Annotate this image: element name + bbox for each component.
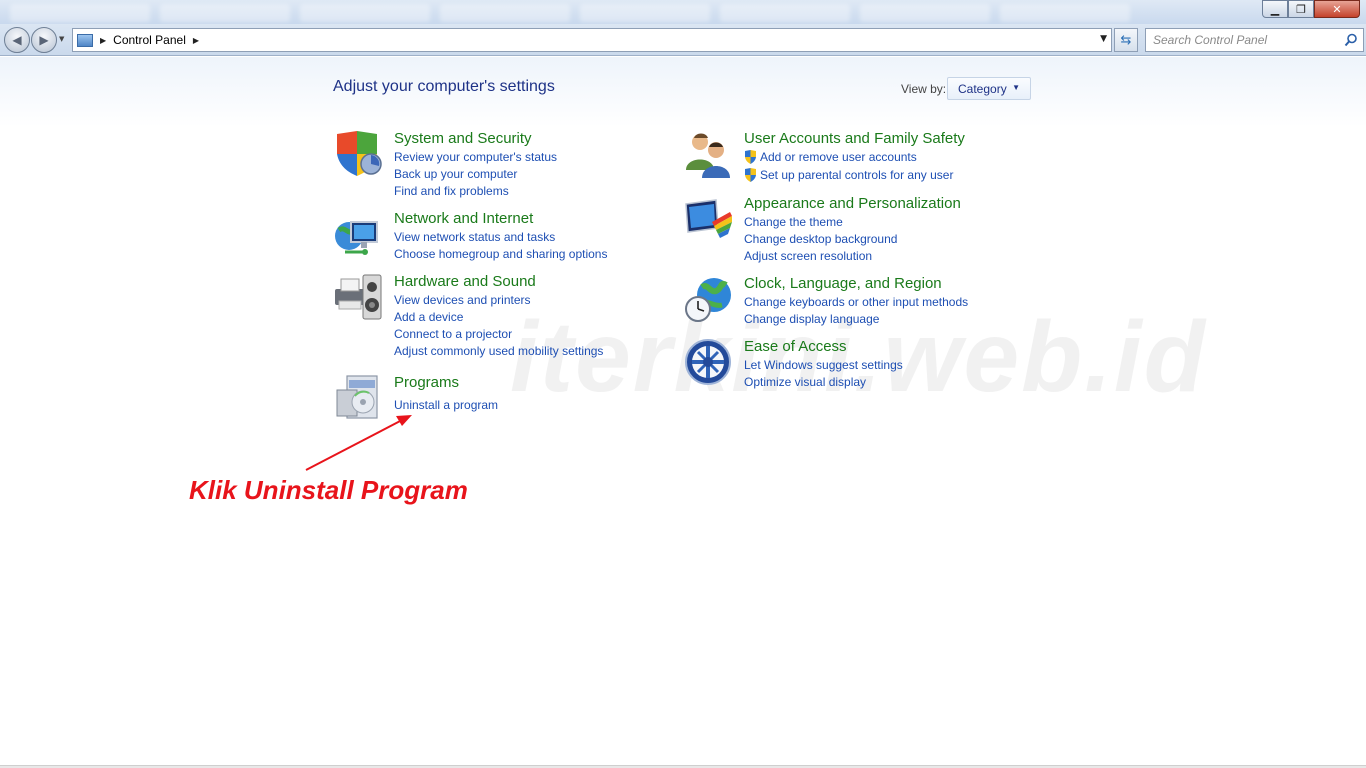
address-bar[interactable]: ▶ Control Panel ▶ ▼ [72, 28, 1112, 52]
link-windows-suggest[interactable]: Let Windows suggest settings [744, 358, 903, 372]
link-screen-resolution[interactable]: Adjust screen resolution [744, 249, 872, 263]
address-dropdown-icon[interactable]: ▼ [1100, 34, 1107, 44]
background-blur [720, 4, 850, 22]
link-add-device[interactable]: Add a device [394, 310, 463, 324]
link-keyboards-input[interactable]: Change keyboards or other input methods [744, 295, 968, 309]
link-add-remove-accounts[interactable]: Add or remove user accounts [760, 150, 917, 164]
category-appearance[interactable]: Appearance and Personalization [744, 195, 961, 212]
recent-pages-dropdown-icon[interactable]: ▼ [59, 35, 64, 43]
printer-speaker-icon[interactable] [333, 273, 383, 323]
window-controls: ▁ ❐ ✕ [1262, 0, 1360, 18]
link-review-status[interactable]: Review your computer's status [394, 150, 557, 164]
category-hardware-sound[interactable]: Hardware and Sound [394, 273, 536, 290]
control-panel-icon [77, 33, 93, 47]
category-ease-of-access[interactable]: Ease of Access [744, 338, 847, 355]
background-blur [440, 4, 570, 22]
back-button[interactable]: ◀ [4, 27, 30, 53]
chevron-down-icon: ▼ [1012, 83, 1020, 92]
breadcrumb-separator-icon[interactable]: ▶ [100, 36, 106, 45]
link-mobility-settings[interactable]: Adjust commonly used mobility settings [394, 344, 603, 358]
link-network-status[interactable]: View network status and tasks [394, 230, 555, 244]
forward-arrow-icon: ▶ [39, 33, 49, 47]
uac-shield-icon [745, 150, 756, 164]
ease-of-access-icon[interactable] [684, 338, 734, 388]
link-parental-controls[interactable]: Set up parental controls for any user [760, 168, 953, 182]
appearance-monitor-icon[interactable] [684, 198, 734, 248]
background-blur [10, 4, 150, 22]
background-blur [160, 4, 290, 22]
search-box[interactable] [1145, 28, 1364, 52]
view-by-value: Category [958, 81, 1007, 96]
link-devices-printers[interactable]: View devices and printers [394, 293, 531, 307]
maximize-button[interactable]: ❐ [1288, 0, 1314, 18]
view-by-dropdown[interactable]: Category ▼ [947, 77, 1031, 100]
link-connect-projector[interactable]: Connect to a projector [394, 327, 512, 341]
link-desktop-background[interactable]: Change desktop background [744, 232, 897, 246]
refresh-button[interactable]: ⇆ [1114, 28, 1138, 52]
background-blur [300, 4, 430, 22]
refresh-icon: ⇆ [1120, 32, 1132, 48]
title-bar: ▁ ❐ ✕ [0, 0, 1366, 24]
breadcrumb-separator-icon[interactable]: ▶ [193, 36, 199, 45]
category-network-internet[interactable]: Network and Internet [394, 210, 533, 227]
category-clock-language[interactable]: Clock, Language, and Region [744, 275, 942, 292]
link-display-language[interactable]: Change display language [744, 312, 879, 326]
security-shield-icon[interactable] [333, 130, 383, 180]
close-button[interactable]: ✕ [1314, 0, 1360, 18]
background-blur [860, 4, 990, 22]
annotation-arrow-icon [305, 415, 412, 471]
category-system-security[interactable]: System and Security [394, 130, 532, 147]
user-accounts-icon[interactable] [684, 130, 734, 180]
link-change-theme[interactable]: Change the theme [744, 215, 843, 229]
back-arrow-icon: ◀ [12, 33, 22, 47]
link-back-up[interactable]: Back up your computer [394, 167, 517, 181]
annotation-text: Klik Uninstall Program [189, 475, 468, 505]
background-blur [1000, 4, 1130, 22]
breadcrumb-control-panel[interactable]: Control Panel [113, 33, 186, 47]
search-input[interactable] [1146, 29, 1336, 51]
background-blur [580, 4, 710, 22]
view-by-label: View by: [901, 82, 947, 96]
category-user-accounts[interactable]: User Accounts and Family Safety [744, 130, 965, 147]
clock-globe-icon[interactable] [684, 275, 734, 325]
minimize-button[interactable]: ▁ [1262, 0, 1288, 18]
forward-button[interactable]: ▶ [31, 27, 57, 53]
link-find-fix[interactable]: Find and fix problems [394, 184, 509, 198]
search-icon[interactable] [1344, 33, 1358, 47]
navigation-bar: ◀ ▶ ▼ ▶ Control Panel ▶ ▼ ⇆ [0, 24, 1366, 56]
link-homegroup[interactable]: Choose homegroup and sharing options [394, 247, 607, 261]
content-header-gradient [0, 57, 1366, 127]
link-optimize-visual[interactable]: Optimize visual display [744, 375, 866, 389]
uac-shield-icon [745, 168, 756, 182]
category-programs[interactable]: Programs [394, 374, 459, 391]
page-title: Adjust your computer's settings [333, 78, 555, 95]
network-globe-icon[interactable] [333, 212, 383, 262]
